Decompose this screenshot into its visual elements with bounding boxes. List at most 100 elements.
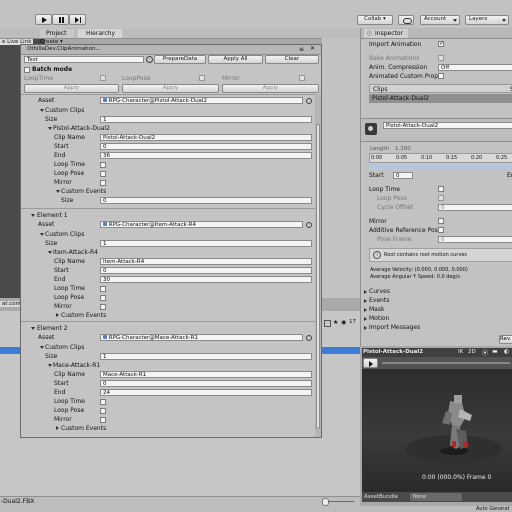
foldout-closed-icon[interactable] <box>56 426 59 430</box>
size-field[interactable]: 1 <box>100 353 312 360</box>
account-button[interactable]: Account <box>420 15 460 25</box>
scrollbar-thumb[interactable] <box>316 124 320 429</box>
animated-custom-props-checkbox[interactable] <box>438 73 444 79</box>
foldout-arrow-icon[interactable] <box>40 233 44 236</box>
loop-time-checkbox[interactable] <box>100 162 106 168</box>
timeline-track[interactable] <box>369 163 512 170</box>
end-field[interactable]: 30 <box>100 276 312 283</box>
mirror-checkbox[interactable] <box>438 218 444 224</box>
size-field[interactable]: 1 <box>100 240 312 247</box>
preview-timeline[interactable] <box>382 362 510 364</box>
events-size-field[interactable]: 0 <box>100 197 312 204</box>
filter-icon[interactable] <box>324 320 331 327</box>
object-picker-icon[interactable] <box>146 56 153 63</box>
clips-list-row[interactable]: Pistol-Attack-Dual2 <box>369 94 512 103</box>
start-field[interactable]: 0 <box>100 143 312 150</box>
foldout-closed-icon[interactable] <box>56 313 59 317</box>
section-curves[interactable]: Curves <box>369 288 390 295</box>
import-animation-checkbox[interactable]: ✓ <box>438 40 444 47</box>
foldout-closed-icon[interactable] <box>364 299 367 303</box>
zoom-slider-thumb[interactable] <box>322 498 329 506</box>
section-mask[interactable]: Mask <box>369 306 384 313</box>
object-picker-icon[interactable] <box>306 98 312 104</box>
star-icon[interactable]: ★ <box>333 319 338 326</box>
anim-compression-dropdown[interactable]: Off <box>438 64 512 71</box>
clip-name-field[interactable]: Mace-Attack-R1 <box>100 371 312 378</box>
close-icon[interactable]: ✕ <box>310 45 315 52</box>
start-field[interactable]: 0 <box>100 267 312 274</box>
assetbundle-dropdown[interactable]: None <box>410 493 462 501</box>
foldout-arrow-icon[interactable] <box>40 346 44 349</box>
foldout-closed-icon[interactable] <box>364 308 367 312</box>
size-field[interactable]: 1 <box>100 116 312 123</box>
end-field[interactable]: 24 <box>100 389 312 396</box>
foldout-arrow-icon[interactable] <box>56 190 60 193</box>
mirror-toggle[interactable] <box>299 75 305 81</box>
start-field[interactable]: 0 <box>100 380 312 387</box>
section-import-messages[interactable]: Import Messages <box>369 324 420 331</box>
preset-object-field[interactable]: Test <box>24 56 144 63</box>
looptime-toggle[interactable] <box>100 75 106 81</box>
pivot-icon[interactable]: ⦿ <box>482 348 488 357</box>
foldout-closed-icon[interactable] <box>364 326 367 330</box>
clip-name-field[interactable]: Pistol-Attack-Dual2 <box>383 122 512 129</box>
step-button[interactable] <box>69 14 86 25</box>
foldout-closed-icon[interactable] <box>364 317 367 321</box>
play-button[interactable] <box>35 14 52 25</box>
apply-looptime-button[interactable]: Apply <box>24 84 119 93</box>
cycle-offset-field[interactable]: 0 <box>438 204 512 211</box>
bake-animations-checkbox[interactable] <box>438 55 444 61</box>
clip-name-field[interactable]: Pistol-Attack-Dual2 <box>100 134 312 141</box>
clear-button[interactable]: Clear <box>265 55 319 64</box>
loop-pose-checkbox[interactable] <box>100 408 106 414</box>
asset-field[interactable]: RPG-Character@Mace-Attack-R1 <box>100 334 303 341</box>
speed-icon[interactable]: ◐ <box>504 348 509 355</box>
preview-viewport[interactable]: 0:00 (000.0%) Frame 0 <box>362 369 512 492</box>
tab-inspector[interactable]: ⓘ Inspector <box>364 29 408 38</box>
additive-reference-checkbox[interactable] <box>438 227 444 233</box>
layers-button[interactable]: Layers <box>465 15 509 25</box>
object-picker-icon[interactable] <box>306 335 312 341</box>
eye-icon[interactable]: ◉ <box>341 319 346 326</box>
asset-field[interactable]: RPG-Character@Pistol-Attack-Dual2 <box>100 97 303 104</box>
foldout-closed-icon[interactable] <box>364 290 367 294</box>
foldout-arrow-icon[interactable] <box>48 127 52 130</box>
revert-button[interactable]: Rev <box>499 335 512 344</box>
foldout-arrow-icon[interactable] <box>48 364 52 367</box>
section-motion[interactable]: Motion <box>369 315 389 322</box>
loop-pose-checkbox[interactable] <box>100 295 106 301</box>
ik-toggle[interactable]: IK <box>458 349 463 355</box>
foldout-arrow-icon[interactable] <box>31 214 35 217</box>
object-picker-icon[interactable] <box>306 222 312 228</box>
tab-hierarchy[interactable]: Hierarchy <box>78 29 122 38</box>
loop-time-checkbox[interactable] <box>100 399 106 405</box>
start-field[interactable]: 0 <box>393 172 413 179</box>
apply-mirror-button[interactable]: Apply <box>222 84 319 93</box>
batch-mode-checkbox[interactable] <box>24 67 30 73</box>
prepare-data-button[interactable]: PrepareData <box>154 55 206 64</box>
vertical-scrollbar[interactable] <box>315 94 321 437</box>
speed-slider-icon[interactable]: ▬ <box>492 348 498 355</box>
timeline-ruler[interactable]: 0:00 0:05 0:10 0:15 0:20 0:25 <box>369 153 512 163</box>
pause-button[interactable] <box>52 14 69 25</box>
end-field[interactable]: 36 <box>100 152 312 159</box>
foldout-arrow-icon[interactable] <box>31 327 35 330</box>
2d-toggle[interactable]: 2D <box>468 349 476 355</box>
pose-frame-field[interactable]: 0 <box>438 236 512 243</box>
mirror-checkbox[interactable] <box>100 417 106 423</box>
apply-looppose-button[interactable]: Apply <box>122 84 219 93</box>
tab-project[interactable]: Project <box>40 29 74 38</box>
loop-time-checkbox[interactable] <box>100 286 106 292</box>
apply-all-button[interactable]: Apply All <box>208 55 263 64</box>
foldout-arrow-icon[interactable] <box>48 251 52 254</box>
loop-pose-checkbox[interactable] <box>100 171 106 177</box>
looppose-toggle[interactable] <box>199 75 205 81</box>
section-events[interactable]: Events <box>369 297 389 304</box>
mirror-checkbox[interactable] <box>100 180 106 186</box>
asset-field[interactable]: RPG-Character@Item-Attack-R4 <box>100 221 303 228</box>
loop-pose-checkbox[interactable] <box>438 195 444 201</box>
loop-time-checkbox[interactable] <box>438 186 444 192</box>
cloud-button[interactable] <box>398 15 414 25</box>
mirror-checkbox[interactable] <box>100 304 106 310</box>
foldout-arrow-icon[interactable] <box>40 109 44 112</box>
